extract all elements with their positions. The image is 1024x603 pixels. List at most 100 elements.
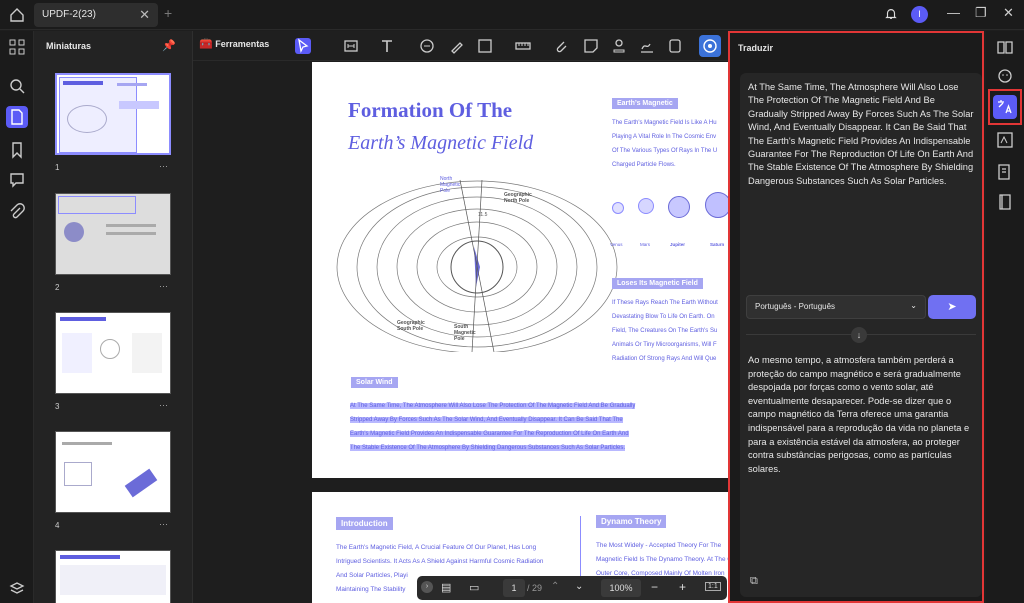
attachment-icon[interactable]: [8, 203, 26, 221]
paragraph-line: Intrigued Scientists. It Acts As A Shiel…: [336, 558, 544, 565]
save-icon[interactable]: [667, 38, 683, 54]
paragraph-line: The Earth's Magnetic Field Is Like A Hu: [612, 120, 717, 126]
ocr-icon[interactable]: [996, 131, 1014, 149]
restore-icon[interactable]: ❐: [975, 5, 987, 21]
layers-icon[interactable]: [8, 577, 26, 595]
thumbnails-title: Miniaturas: [46, 41, 92, 51]
comment-icon[interactable]: [8, 171, 26, 189]
zoom-in-icon[interactable]: +: [679, 580, 686, 594]
thumbnails-icon[interactable]: [6, 106, 28, 128]
select-tool-icon[interactable]: [295, 38, 311, 54]
chevron-up-icon[interactable]: ⌃: [551, 581, 559, 592]
tab-close-icon[interactable]: ✕: [139, 7, 150, 23]
section-heading: Earth’s Magnetic: [612, 98, 678, 109]
translate-icon[interactable]: [993, 95, 1017, 119]
ai-assistant-icon[interactable]: [699, 35, 721, 57]
toolbox-icon: 🧰: [199, 38, 213, 50]
source-text[interactable]: At The Same Time, The Atmosphere Will Al…: [748, 81, 976, 188]
actual-size-button[interactable]: 1:1: [705, 582, 721, 591]
paragraph-line: Radiation Of Strong Rays And Will Que: [612, 356, 717, 362]
south-magnetic-pole-label: South Magnetic Pole: [454, 324, 476, 342]
document-page-1[interactable]: Formation Of The Earth’s Magnetic Field …: [312, 62, 731, 478]
ai-chat-icon[interactable]: [996, 67, 1014, 85]
reader-icon[interactable]: [996, 38, 1014, 56]
planet-jupiter: [668, 196, 690, 218]
reading-mode-icon[interactable]: ▤: [441, 581, 451, 594]
shape-tool-icon[interactable]: [477, 38, 493, 54]
book-icon[interactable]: [996, 193, 1014, 211]
thumbnail-more-button[interactable]: ···: [159, 281, 168, 291]
thumbnail-more-button[interactable]: ···: [159, 519, 168, 529]
paragraph-line: The Most Widely - Accepted Theory For Th…: [596, 542, 722, 549]
chevron-down-icon: ⌄: [910, 301, 917, 310]
paragraph-line: Of The Various Types Of Rays In The U: [612, 148, 718, 154]
bell-icon[interactable]: [884, 7, 898, 26]
home-icon[interactable]: [8, 6, 26, 24]
thumbnail-page-number: 4: [55, 521, 60, 530]
measure-tool-icon[interactable]: [515, 38, 531, 54]
thumbnail-page-5[interactable]: [55, 550, 171, 603]
translate-send-button[interactable]: ➤: [928, 295, 976, 319]
zoom-level[interactable]: 100%: [601, 579, 641, 597]
chevron-down-icon[interactable]: ⌄: [575, 581, 583, 592]
new-tab-button[interactable]: +: [164, 5, 172, 21]
main-toolbar: 🧰 Ferramentas: [193, 31, 728, 61]
planet-venus: [612, 202, 624, 214]
stamp-tool-icon[interactable]: [611, 38, 627, 54]
bookmark-icon[interactable]: [8, 141, 26, 159]
translate-panel: Traduzir At The Same Time, The Atmospher…: [728, 31, 984, 603]
attach-tool-icon[interactable]: [553, 38, 569, 54]
collapse-icon[interactable]: ›: [421, 581, 433, 593]
thumbnail-more-button[interactable]: ···: [159, 161, 168, 171]
magnetic-paragraph: The Earth's Magnetic Field Is Like A Hu …: [612, 116, 729, 172]
section-heading: Loses Its Magnetic Field: [612, 278, 703, 289]
title-bar: UPDF-2(23) ✕ + I — ❐ ✕: [0, 0, 1024, 30]
thumbnail-page-number: 3: [55, 402, 60, 411]
left-icon-rail: [0, 31, 34, 603]
paragraph-line: The Earth's Magnetic Field, A Crucial Fe…: [336, 544, 537, 551]
thumbnail-page-2[interactable]: [55, 193, 171, 275]
planet-label: Jupiter: [670, 242, 686, 247]
page-total: / 29: [527, 583, 543, 593]
presentation-icon[interactable]: ▭: [469, 581, 479, 594]
minimize-icon[interactable]: —: [947, 5, 960, 20]
text-tool-icon[interactable]: [379, 38, 395, 54]
comment-tool-icon[interactable]: [419, 38, 435, 54]
close-window-icon[interactable]: ✕: [1003, 5, 1014, 21]
tools-label: Ferramentas: [215, 39, 270, 49]
zoom-out-icon[interactable]: −: [651, 580, 658, 594]
solar-wind-paragraph-selected[interactable]: At The Same Time, The Atmosphere Will Al…: [350, 399, 680, 455]
section-heading: Introduction: [336, 517, 393, 530]
pin-icon[interactable]: 📌: [162, 39, 176, 52]
highlight-tool-icon[interactable]: [449, 38, 465, 54]
copy-icon[interactable]: ⧉: [750, 575, 758, 588]
search-icon[interactable]: [8, 77, 26, 95]
text-box-tool-icon[interactable]: [343, 38, 359, 54]
tools-button[interactable]: 🧰 Ferramentas: [199, 37, 269, 50]
language-select[interactable]: Português - Português ⌄: [746, 295, 926, 319]
paragraph-line: Magnetic Field Is The Dynamo Theory. At …: [596, 556, 729, 563]
grid-icon[interactable]: [8, 38, 26, 56]
paragraph-line: Charged Particle Flows.: [612, 162, 676, 168]
thumbnail-page-3[interactable]: [55, 312, 171, 394]
selected-line: The Stable Existence Of The Atmosphere B…: [350, 445, 626, 451]
page-number-input[interactable]: 1: [503, 579, 525, 597]
translated-text[interactable]: Ao mesmo tempo, a atmosfera também perde…: [748, 354, 976, 476]
document-tab[interactable]: UPDF-2(23) ✕: [34, 3, 158, 27]
tilt-angle-label: 11.5: [478, 212, 488, 218]
sticker-tool-icon[interactable]: [583, 38, 599, 54]
signature-tool-icon[interactable]: [639, 38, 655, 54]
thumbnail-page-number: 2: [55, 283, 60, 292]
arrow-down-icon: ↓: [851, 327, 867, 343]
thumbnail-page-number: 1: [55, 163, 60, 172]
thumbnail-page-1[interactable]: [55, 73, 171, 155]
dynamo-paragraph: The Most Widely - Accepted Theory For Th…: [596, 539, 729, 581]
avatar[interactable]: I: [911, 6, 928, 23]
summarize-icon[interactable]: [996, 163, 1014, 181]
planet-label: Mars: [640, 242, 650, 247]
thumbnail-more-button[interactable]: ···: [159, 400, 168, 410]
selected-line: Earth's Magnetic Field Provides An Indis…: [350, 431, 629, 437]
planet-mars: [638, 198, 654, 214]
geographic-south-pole-label: Geographic South Pole: [397, 320, 425, 332]
thumbnail-page-4[interactable]: [55, 431, 171, 513]
